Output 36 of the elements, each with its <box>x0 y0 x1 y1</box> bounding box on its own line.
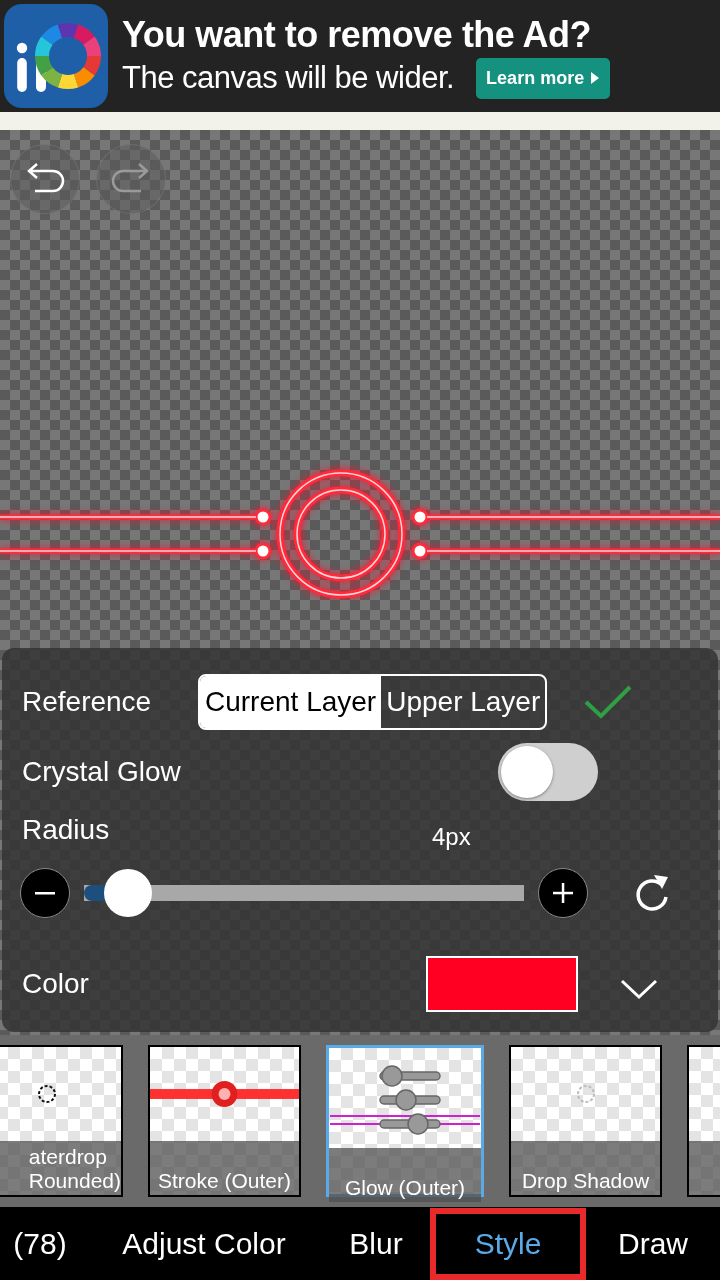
style-preset-label: Glow (Outer) <box>329 1148 481 1202</box>
crystal-glow-toggle[interactable] <box>498 743 598 801</box>
tool-tab[interactable]: Blur <box>322 1207 430 1280</box>
tool-tab[interactable]: (78) <box>0 1207 86 1280</box>
radius-label: Radius <box>22 814 111 846</box>
plus-button[interactable] <box>538 868 588 918</box>
ad-title: You want to remove the Ad? <box>122 13 593 56</box>
crystal-glow-label: Crystal Glow <box>22 756 181 788</box>
tool-tab[interactable]: Draw <box>586 1207 720 1280</box>
tool-tab[interactable]: Style <box>430 1207 586 1280</box>
style-preset-label: aterdrop Rounded) <box>0 1141 121 1195</box>
reference-label: Reference <box>22 686 153 718</box>
undo-icon <box>25 163 65 195</box>
minus-button[interactable] <box>20 868 70 918</box>
style-preset-label: Drop Shadow <box>511 1141 660 1195</box>
play-icon <box>590 71 601 85</box>
plus-icon <box>553 883 573 903</box>
minus-icon <box>35 891 55 895</box>
tool-tab[interactable]: Adjust Color <box>86 1207 322 1280</box>
check-icon[interactable] <box>583 684 634 720</box>
redo-icon <box>111 163 151 195</box>
ad-banner[interactable]: You want to remove the Ad? The canvas will be wider. Learn more <box>0 0 720 112</box>
style-preset[interactable]: Stroke (Outer) <box>148 1045 301 1197</box>
style-preset-label: Stroke (Outer) <box>150 1141 299 1195</box>
chevron-down-icon[interactable] <box>620 978 658 1000</box>
radius-value: 4px <box>432 823 471 851</box>
stroke-preview-icon <box>150 1079 299 1109</box>
color-label: Color <box>22 968 90 1000</box>
reference-option[interactable]: Upper Layer <box>381 676 546 728</box>
style-preset[interactable]: Drop Shadow <box>509 1045 662 1197</box>
ad-subtitle: The canvas will be wider. <box>122 60 455 96</box>
app-logo-icon <box>4 4 108 108</box>
learn-more-button[interactable]: Learn more <box>476 57 611 99</box>
color-swatch[interactable] <box>426 956 578 1012</box>
style-preset[interactable]: aterdrop Rounded) <box>0 1045 123 1197</box>
reference-option[interactable]: Current Layer <box>200 676 382 728</box>
